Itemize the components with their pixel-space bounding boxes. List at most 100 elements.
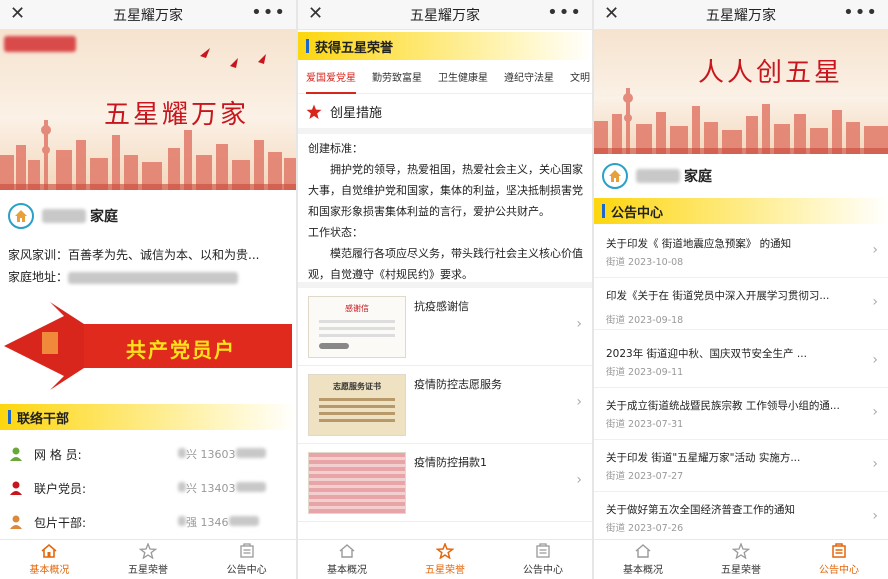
section-bar [602, 204, 605, 218]
notice-icon [832, 543, 846, 558]
motto-value: 百善孝为先、诚信为本、以和为贵... [68, 248, 260, 262]
honors-title: 获得五星荣誉 [315, 40, 394, 56]
notice-meta: 街道 2023-07-26 [606, 523, 684, 534]
doves-decoration [200, 48, 266, 68]
star-icon [436, 543, 454, 559]
title-bar: ✕ 五星耀万家 ••• [0, 0, 296, 30]
bottom-tab-bar: 基本概况 五星荣誉 公告中心 [0, 539, 296, 579]
tab-law-star[interactable]: 遵纪守法星 [504, 64, 554, 94]
chevron-right-icon: › [872, 404, 878, 420]
notice-title: 公告中心 [611, 205, 664, 221]
chevron-right-icon: › [576, 472, 582, 488]
tab-notice-center[interactable]: 公告中心 [197, 540, 296, 579]
honor-thumbnail: 志愿服务证书 [308, 374, 406, 436]
notice-meta: 街道 2023-07-27 [606, 471, 684, 482]
family-name: 家庭 [684, 169, 712, 185]
notice-title: 关于成立街道统战暨民族宗教 工作领导小组的通... [606, 400, 840, 412]
more-icon[interactable]: ••• [843, 2, 878, 23]
notice-item[interactable]: 关于印发《 街道地震应急预案》 的通知 街道 2023-10-08 › [594, 228, 888, 278]
tab-notice-center[interactable]: 公告中心 [790, 540, 888, 579]
contact-row[interactable]: 联户党员: 兴 13403 [8, 471, 288, 505]
notice-title: 关于做好第五次全国经济普查工作的通知 [606, 504, 795, 516]
blurred-surname [42, 209, 86, 223]
tab-five-star-honors[interactable]: 五星荣誉 [99, 540, 198, 579]
panel-basic-overview: ✕ 五星耀万家 ••• 五星耀万家 家庭 家风家训：百善孝为先、诚信为本、以和为… [0, 0, 296, 579]
address-label: 家庭地址： [8, 270, 69, 284]
tab-hardworking-star[interactable]: 勤劳致富星 [372, 64, 422, 94]
tab-notice-center[interactable]: 公告中心 [494, 540, 592, 579]
standard-label: 创建标准： [308, 142, 363, 155]
red-star-icon [306, 104, 322, 119]
honor-thumbnail: 感谢信 [308, 296, 406, 358]
contact-role: 包片干部: [34, 515, 87, 530]
tab-label: 公告中心 [523, 565, 563, 576]
notice-item[interactable]: 关于做好第五次全国经济普查工作的通知 街道 2023-07-26 › [594, 494, 888, 544]
chevron-right-icon: › [872, 508, 878, 524]
city-skyline [594, 88, 888, 154]
house-avatar-icon [8, 203, 34, 229]
family-header: 家庭 [602, 163, 712, 189]
section-separator [298, 128, 592, 134]
tab-basic-overview[interactable]: 基本概况 [594, 540, 692, 579]
star-icon [732, 543, 750, 559]
tab-five-star-honors[interactable]: 五星荣誉 [692, 540, 790, 579]
chevron-right-icon: › [872, 352, 878, 368]
tab-basic-overview[interactable]: 基本概况 [298, 540, 396, 579]
contact-row[interactable]: 包片干部: 强 1346 [8, 505, 288, 539]
bottom-tab-bar: 基本概况 五星荣誉 公告中心 [298, 539, 592, 579]
chevron-right-icon: › [576, 316, 582, 332]
chevron-right-icon: › [872, 456, 878, 472]
city-skyline [0, 120, 296, 190]
tab-label: 五星荣誉 [425, 565, 465, 576]
family-header: 家庭 [8, 203, 118, 229]
tab-label: 公告中心 [226, 565, 267, 576]
chevron-right-icon: › [576, 394, 582, 410]
measures-title: 创星措施 [330, 106, 383, 121]
notice-item[interactable]: 2023年 街道迎中秋、国庆双节安全生产 ... 街道 2023-09-11 › [594, 338, 888, 388]
contacts-section-header: 联络干部 [0, 404, 296, 430]
section-bar [306, 39, 309, 53]
tab-five-star-honors[interactable]: 五星荣誉 [396, 540, 494, 579]
chevron-right-icon: › [872, 242, 878, 258]
close-icon[interactable]: ✕ [604, 4, 619, 24]
honor-title: 疫情防控志愿服务 [414, 378, 502, 391]
honor-item[interactable]: 感谢信 抗疫感谢信 › [298, 288, 592, 366]
honor-item[interactable]: 疫情防控捐款1 › [298, 444, 592, 522]
notice-item[interactable]: 关于印发 街道"五星耀万家"活动 实施方... 街道 2023-07-27 › [594, 442, 888, 492]
person-icon [10, 447, 22, 461]
tab-civilized-star[interactable]: 文明 [570, 64, 590, 94]
home-icon [41, 543, 57, 558]
contact-value: 兴 13603 [178, 446, 266, 462]
notice-item[interactable]: 关于成立街道统战暨民族宗教 工作领导小组的通... 街道 2023-07-31 … [594, 390, 888, 440]
blurred-address [68, 271, 239, 284]
contacts-title: 联络干部 [17, 411, 70, 427]
tab-label: 五星荣誉 [128, 565, 168, 576]
tab-patriotic-star[interactable]: 爱国爱党星 [306, 64, 356, 94]
notice-section-header: 公告中心 [594, 198, 888, 224]
tab-health-star[interactable]: 卫生健康星 [438, 64, 488, 94]
notice-meta: 街道 2023-10-08 [606, 257, 684, 268]
honor-item[interactable]: 志愿服务证书 疫情防控志愿服务 › [298, 366, 592, 444]
close-icon[interactable]: ✕ [10, 4, 25, 24]
window-title: 五星耀万家 [410, 7, 480, 24]
tab-basic-overview[interactable]: 基本概况 [0, 540, 99, 579]
house-avatar-icon [602, 163, 628, 189]
notice-meta: 街道 2023-09-18 [606, 315, 684, 326]
person-icon [10, 481, 22, 495]
notice-title: 关于印发《 街道地震应急预案》 的通知 [606, 238, 792, 250]
window-title: 五星耀万家 [113, 7, 183, 24]
honor-thumbnail [308, 452, 406, 514]
more-icon[interactable]: ••• [547, 2, 582, 23]
motto-label: 家风家训： [8, 248, 69, 262]
contact-value: 兴 13403 [178, 480, 266, 496]
star-category-tabs: 爱国爱党星 勤劳致富星 卫生健康星 遵纪守法星 文明 [298, 64, 592, 94]
status-text: 模范履行各项应尽义务，带头践行社会主义核心价值观，自觉遵守《村规民约》要求。 [308, 247, 583, 281]
contact-role: 网 格 员: [34, 447, 82, 462]
contact-row[interactable]: 网 格 员: 兴 13603 [8, 437, 288, 471]
notice-item[interactable]: 印发《关于在 街道党员中深入开展学习贯彻习... 街道 2023-09-18 › [594, 280, 888, 330]
blurred-surname [636, 169, 680, 183]
more-icon[interactable]: ••• [251, 2, 286, 23]
family-name: 家庭 [90, 209, 118, 225]
close-icon[interactable]: ✕ [308, 4, 323, 24]
home-icon [635, 544, 651, 558]
